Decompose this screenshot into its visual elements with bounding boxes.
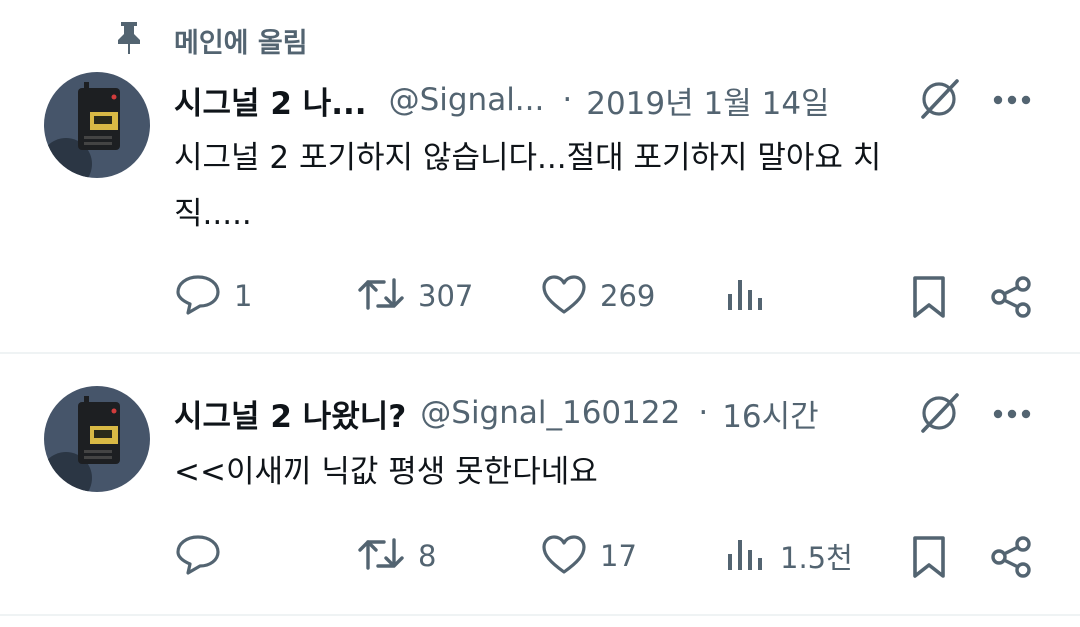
avatar[interactable] — [44, 72, 150, 178]
avatar[interactable] — [44, 386, 150, 492]
timestamp[interactable]: 16시간 — [722, 391, 819, 436]
bookmark-icon[interactable] — [904, 532, 954, 582]
timestamp[interactable]: 2019년 1월 14일 — [586, 78, 829, 123]
share-icon[interactable] — [986, 272, 1036, 322]
retweet-button[interactable]: 307 — [356, 266, 473, 326]
retweet-icon — [356, 272, 406, 320]
display-name[interactable]: 시그널 2 나왔니? — [174, 391, 406, 436]
bookmark-icon[interactable] — [904, 272, 954, 322]
user-handle[interactable]: @Signal_160122 — [420, 395, 680, 431]
separator-dot: · — [562, 82, 573, 118]
pin-icon — [114, 20, 144, 60]
reply-icon — [174, 532, 222, 580]
like-count: 17 — [600, 539, 637, 573]
grok-icon[interactable] — [914, 388, 964, 438]
like-button[interactable]: 269 — [540, 266, 655, 326]
pinned-label: 메인에 올림 — [174, 27, 308, 59]
tweet-text: 시그널 2 포기하지 않습니다...절대 포기하지 말아요 치 직..... — [174, 130, 1004, 242]
retweet-count: 307 — [418, 279, 474, 313]
tweet-text-line: <<이새끼 닉값 평생 못한다네요 — [174, 454, 598, 490]
retweet-button[interactable]: 8 — [356, 526, 436, 586]
reply-button[interactable]: 1 — [174, 266, 252, 326]
tweet-text-line: 시그널 2 포기하지 않습니다...절대 포기하지 말아요 치 — [174, 140, 882, 176]
tweet[interactable]: 시그널 2 나... @Signal... · 2019년 1월 14일 시그널… — [0, 62, 1080, 352]
retweet-count: 8 — [418, 539, 437, 573]
views-icon — [724, 532, 768, 580]
views-button[interactable] — [724, 266, 780, 326]
pinned-indicator: 메인에 올림 — [114, 20, 308, 60]
tweet[interactable]: 시그널 2 나왔니? @Signal_160122 · 16시간 <<이새끼 닉… — [0, 376, 1080, 616]
view-count: 1.5천 — [780, 541, 853, 575]
tweet-text: <<이새끼 닉값 평생 못한다네요 — [174, 444, 1004, 500]
grok-icon[interactable] — [914, 74, 964, 124]
more-icon[interactable] — [988, 396, 1036, 432]
like-icon — [540, 532, 588, 580]
retweet-icon — [356, 532, 406, 580]
tweet-header: 시그널 2 나... @Signal... · 2019년 1월 14일 — [174, 75, 830, 125]
separator-dot: · — [698, 395, 709, 431]
views-icon — [724, 272, 768, 320]
share-icon[interactable] — [986, 532, 1036, 582]
display-name[interactable]: 시그널 2 나... — [174, 78, 367, 123]
like-icon — [540, 272, 588, 320]
user-handle[interactable]: @Signal... — [389, 82, 545, 118]
reply-icon — [174, 272, 222, 320]
tweet-text-line: 직..... — [174, 196, 252, 232]
views-button[interactable]: 1.5천 — [724, 526, 853, 586]
tweet-divider — [0, 352, 1080, 354]
more-icon[interactable] — [988, 82, 1036, 118]
like-button[interactable]: 17 — [540, 526, 637, 586]
tweet-header: 시그널 2 나왔니? @Signal_160122 · 16시간 — [174, 388, 819, 438]
tweet-divider — [0, 614, 1080, 616]
like-count: 269 — [600, 279, 656, 313]
reply-count: 1 — [234, 279, 253, 313]
reply-button[interactable] — [174, 526, 234, 586]
